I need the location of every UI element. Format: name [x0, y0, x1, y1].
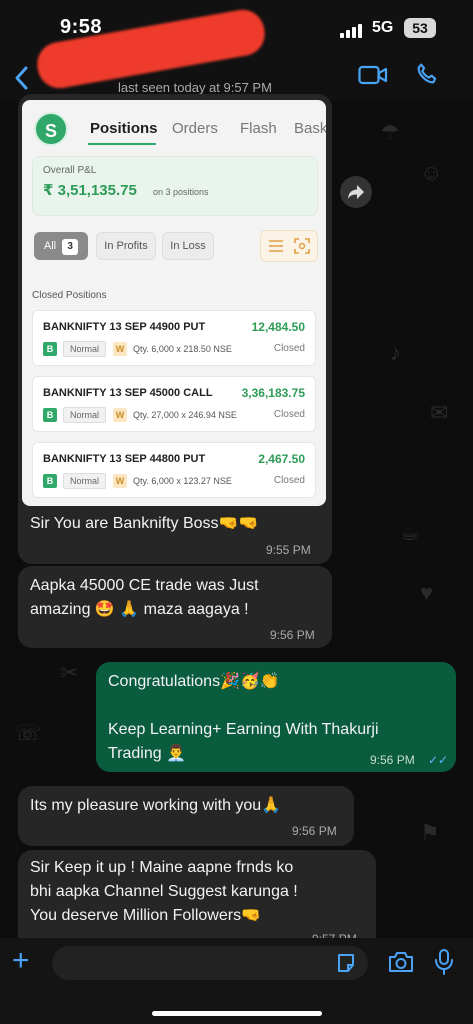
filter-all: All 3 — [34, 232, 88, 260]
camera-icon[interactable] — [388, 951, 414, 973]
scan-icon — [294, 238, 310, 254]
read-receipt-icon: ✓✓ — [428, 753, 449, 767]
sticker-icon[interactable] — [336, 953, 356, 973]
order-type-tag: Normal — [63, 341, 107, 357]
mic-icon[interactable] — [434, 948, 454, 976]
message-time: 9:56 PM — [370, 753, 415, 767]
home-indicator — [152, 1011, 322, 1016]
forward-button[interactable] — [340, 176, 372, 208]
forward-icon — [348, 185, 364, 199]
overall-pnl-sub: on 3 positions — [153, 187, 209, 197]
signal-icon — [340, 24, 362, 38]
filter-all-label: All — [43, 240, 57, 252]
position-pnl: 12,484.50 — [251, 320, 305, 334]
message-text: Sir You are Banknifty Boss🤜🤜 — [30, 515, 259, 532]
message-time: 9:56 PM — [270, 628, 315, 642]
phone-icon[interactable] — [414, 62, 440, 88]
position-qty: Qty. 27,000 x 246.94 NSE — [133, 410, 237, 420]
message-time: 9:55 PM — [266, 543, 311, 557]
tools-box — [260, 230, 318, 262]
buy-tag: B — [43, 342, 57, 356]
buy-tag: B — [43, 408, 57, 422]
expiry-tag: W — [113, 474, 127, 488]
position-qty: Qty. 6,000 x 123.27 NSE — [133, 476, 232, 486]
expiry-tag: W — [113, 408, 127, 422]
overall-pnl-card: Overall P&L ₹ 3,51,135.75 on 3 positions — [32, 156, 318, 216]
expiry-tag: W — [113, 342, 127, 356]
avatar: S — [34, 112, 68, 146]
message-text: Congratulations🎉🥳👏 Keep Learning+ Earnin… — [108, 673, 379, 762]
tab-underline — [88, 143, 156, 145]
overall-pnl-label: Overall P&L — [43, 165, 97, 176]
position-qty: Qty. 6,000 x 218.50 NSE — [133, 344, 232, 354]
position-status: Closed — [273, 409, 305, 420]
message-text: Aapka 45000 CE trade was Just amazing 🤩 … — [30, 577, 259, 618]
back-icon[interactable] — [12, 64, 32, 92]
buy-tag: B — [43, 474, 57, 488]
shared-screenshot[interactable]: S Positions Orders Flash Bask Overall P&… — [22, 100, 326, 506]
plus-icon[interactable]: + — [12, 946, 30, 976]
position-pnl: 2,467.50 — [258, 452, 305, 466]
tab-orders: Orders — [172, 120, 218, 137]
message-input[interactable] — [52, 946, 368, 980]
order-type-tag: Normal — [63, 407, 107, 423]
tab-flash: Flash — [240, 120, 277, 137]
position-status: Closed — [273, 343, 305, 354]
list-icon — [269, 240, 283, 252]
order-type-tag: Normal — [63, 473, 107, 489]
filter-in-profits: In Profits — [96, 232, 156, 260]
overall-pnl-value: ₹ 3,51,135.75 — [43, 182, 137, 199]
position-name: BANKNIFTY 13 SEP 44800 PUT — [43, 453, 206, 465]
tab-basket: Bask — [294, 120, 326, 137]
message-time: 9:56 PM — [292, 824, 337, 838]
battery-icon: 53 — [404, 18, 436, 38]
video-call-icon[interactable] — [358, 64, 388, 86]
filter-all-count: 3 — [62, 239, 79, 255]
position-pnl: 3,36,183.75 — [241, 386, 305, 400]
network-type: 5G — [372, 19, 394, 36]
tab-positions: Positions — [90, 120, 158, 137]
position-card: BANKNIFTY 13 SEP 45000 CALL 3,36,183.75 … — [32, 376, 316, 432]
position-name: BANKNIFTY 13 SEP 44900 PUT — [43, 321, 206, 333]
position-status: Closed — [273, 475, 305, 486]
last-seen-text: last seen today at 9:57 PM — [118, 80, 272, 95]
closed-positions-label: Closed Positions — [32, 290, 107, 301]
message-text: Sir Keep it up ! Maine aapne frnds ko bh… — [30, 859, 298, 924]
filter-in-loss: In Loss — [162, 232, 214, 260]
message-text: Its my pleasure working with you🙏 — [30, 797, 282, 814]
position-card: BANKNIFTY 13 SEP 44800 PUT 2,467.50 B No… — [32, 442, 316, 498]
position-card: BANKNIFTY 13 SEP 44900 PUT 12,484.50 B N… — [32, 310, 316, 366]
position-name: BANKNIFTY 13 SEP 45000 CALL — [43, 387, 213, 399]
